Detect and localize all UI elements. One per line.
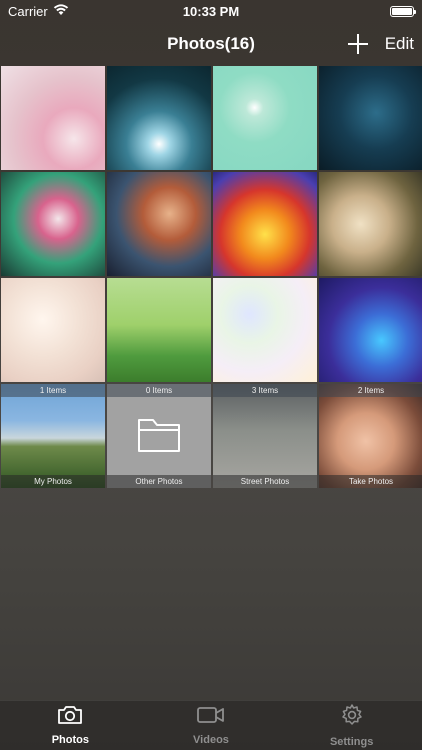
photo-thumbnail[interactable] xyxy=(1,172,105,276)
album-name: My Photos xyxy=(1,475,105,488)
photo-thumbnail[interactable] xyxy=(319,278,422,382)
gear-icon xyxy=(340,703,364,732)
wifi-icon xyxy=(53,3,69,19)
battery-icon xyxy=(390,5,416,17)
photo-thumbnail[interactable] xyxy=(107,172,211,276)
album-name: Street Photos xyxy=(213,475,317,488)
tab-label: Settings xyxy=(329,736,374,748)
video-icon xyxy=(196,705,226,730)
tab-label: Photos xyxy=(51,734,89,746)
tab-label: Videos xyxy=(193,734,229,746)
photo-thumbnail[interactable] xyxy=(107,66,211,170)
nav-actions: Edit xyxy=(347,22,414,66)
album-count: 2 Items xyxy=(319,384,422,397)
tab-videos[interactable]: Videos xyxy=(156,705,266,746)
status-left: Carrier xyxy=(8,4,69,19)
carrier-label: Carrier xyxy=(8,3,48,19)
album-count: 0 Items xyxy=(107,384,211,397)
tab-settings[interactable]: Settings xyxy=(297,703,407,748)
tab-bar: Photos Videos Settings xyxy=(0,700,422,750)
add-button[interactable] xyxy=(347,33,369,55)
photo-thumbnail[interactable] xyxy=(1,278,105,382)
album-street-photos[interactable]: 3 Items Street Photos xyxy=(213,384,317,488)
album-name: Take Photos xyxy=(319,475,422,488)
album-count: 1 Items xyxy=(1,384,105,397)
camera-icon xyxy=(57,705,83,730)
album-take-photos[interactable]: 2 Items Take Photos xyxy=(319,384,422,488)
photo-thumbnail[interactable] xyxy=(213,278,317,382)
album-count: 3 Items xyxy=(213,384,317,397)
photo-thumbnail[interactable] xyxy=(1,66,105,170)
page-title: Photos(16) xyxy=(167,34,255,53)
album-my-photos[interactable]: 1 Items My Photos xyxy=(1,384,105,488)
photo-thumbnail[interactable] xyxy=(213,172,317,276)
status-bar: Carrier 10:33 PM xyxy=(0,0,422,22)
photo-thumbnail[interactable] xyxy=(213,66,317,170)
photo-thumbnail[interactable] xyxy=(319,66,422,170)
photo-grid: 1 Items My Photos 0 Items Other Photos 3… xyxy=(0,66,422,488)
nav-bar: Photos(16) Edit xyxy=(0,22,422,66)
tab-photos[interactable]: Photos xyxy=(15,705,125,746)
photo-thumbnail[interactable] xyxy=(319,172,422,276)
photo-thumbnail[interactable] xyxy=(107,278,211,382)
edit-button[interactable]: Edit xyxy=(385,34,414,54)
folder-icon xyxy=(136,414,182,459)
album-name: Other Photos xyxy=(107,475,211,488)
album-other-photos[interactable]: 0 Items Other Photos xyxy=(107,384,211,488)
